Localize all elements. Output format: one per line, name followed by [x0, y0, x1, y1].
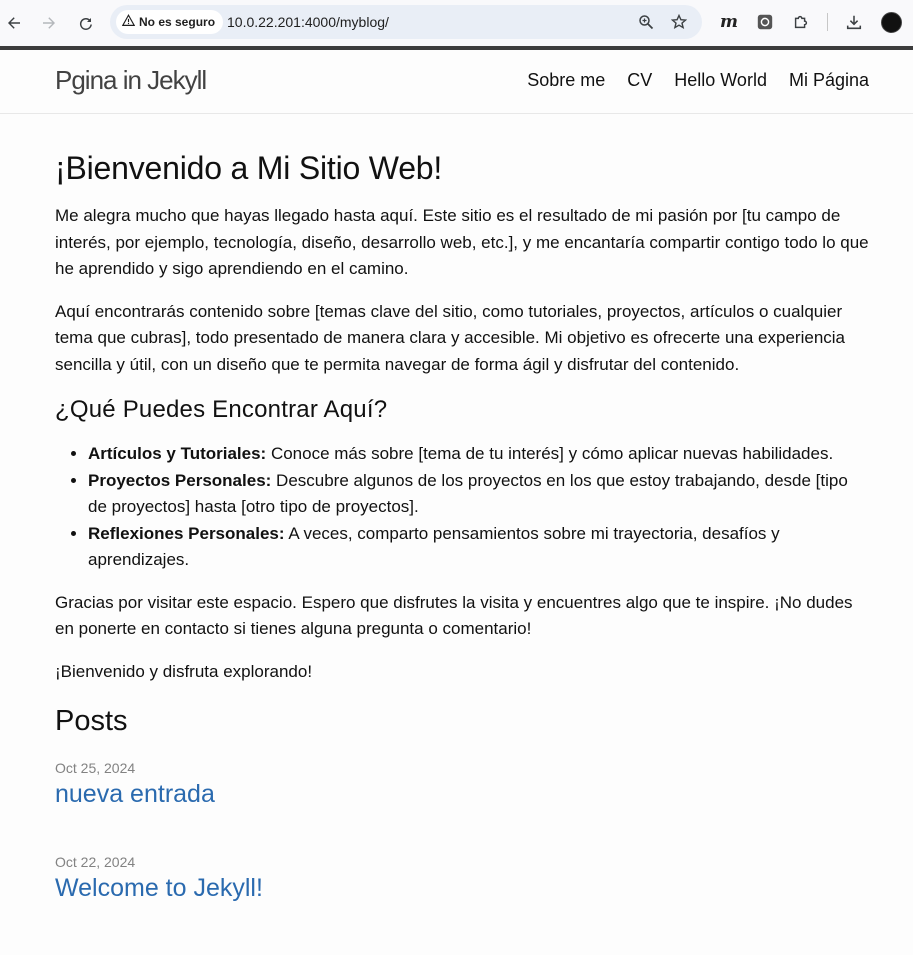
feature-list: Artículos y Tutoriales: Conoce más sobre… — [88, 441, 870, 574]
list-item-title: Proyectos Personales: — [88, 470, 272, 490]
forward-icon[interactable] — [37, 11, 61, 35]
post-date: Oct 22, 2024 — [55, 854, 136, 870]
list-item: Reflexiones Personales: A veces, compart… — [88, 521, 870, 574]
list-item-title: Reflexiones Personales: — [88, 523, 285, 543]
closing-paragraph-2: ¡Bienvenido y disfruta explorando! — [55, 661, 313, 681]
post-item: Oct 22, 2024 Welcome to Jekyll! — [55, 854, 870, 903]
nav-link-mi-pagina[interactable]: Mi Página — [789, 70, 869, 91]
post-date: Oct 25, 2024 — [55, 760, 136, 776]
closing-paragraph-1: Gracias por visitar este espacio. Espero… — [55, 592, 853, 639]
security-label: No es seguro — [139, 15, 216, 29]
main-content: ¡Bienvenido a Mi Sitio Web! Me alegra mu… — [55, 150, 870, 948]
site-nav: Sobre me CV Hello World Mi Página — [527, 70, 869, 91]
puzzle-icon[interactable] — [791, 12, 811, 32]
star-icon[interactable] — [670, 13, 688, 30]
address-bar[interactable]: No es seguro 10.0.22.201:4000/myblog/ — [110, 5, 702, 39]
extension-square-icon[interactable] — [755, 12, 775, 32]
post-link[interactable]: nueva entrada — [55, 780, 870, 809]
section-heading: ¿Qué Puedes Encontrar Aquí? — [55, 396, 388, 423]
list-item-title: Artículos y Tutoriales: — [88, 444, 267, 463]
site-title[interactable]: Pgina in Jekyll — [55, 65, 207, 96]
nav-link-hello-world[interactable]: Hello World — [674, 70, 767, 91]
zoom-icon[interactable] — [638, 14, 654, 30]
download-icon[interactable] — [844, 12, 864, 32]
posts-heading: Posts — [55, 705, 128, 737]
post-link[interactable]: Welcome to Jekyll! — [55, 874, 870, 903]
security-chip[interactable]: No es seguro — [116, 10, 224, 34]
url-text[interactable]: 10.0.22.201:4000/myblog/ — [227, 14, 389, 30]
post-item: Oct 25, 2024 nueva entrada — [55, 760, 870, 809]
toolbar-divider — [827, 13, 828, 31]
intro-paragraph-2: Aquí encontrarás contenido sobre [temas … — [55, 301, 846, 374]
list-item-text: Conoce más sobre [tema de tu interés] y … — [266, 444, 834, 463]
avatar[interactable] — [881, 12, 902, 33]
back-icon[interactable] — [2, 11, 26, 35]
site-header: Pgina in Jekyll Sobre me CV Hello World … — [0, 50, 913, 114]
reload-icon[interactable] — [74, 11, 98, 35]
list-item: Artículos y Tutoriales: Conoce más sobre… — [88, 441, 870, 468]
page-title: ¡Bienvenido a Mi Sitio Web! — [55, 150, 443, 186]
list-item: Proyectos Personales: Descubre algunos d… — [88, 468, 870, 521]
extension-m-icon[interactable]: m — [719, 12, 739, 32]
warning-icon — [121, 14, 136, 30]
nav-link-cv[interactable]: CV — [627, 70, 652, 91]
nav-link-sobre-me[interactable]: Sobre me — [527, 70, 605, 91]
browser-toolbar: No es seguro 10.0.22.201:4000/myblog/ m — [0, 0, 913, 46]
intro-paragraph-1: Me alegra mucho que hayas llegado hasta … — [55, 206, 869, 278]
